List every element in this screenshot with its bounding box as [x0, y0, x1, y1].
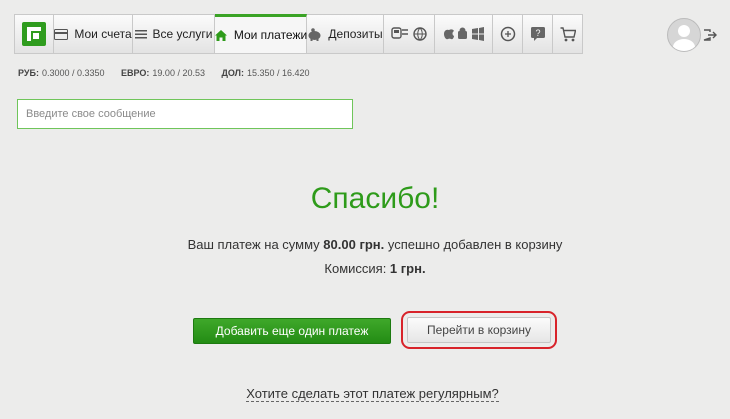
tab-cart[interactable]: [553, 14, 583, 54]
tab-all-services[interactable]: Все услуги: [133, 14, 215, 54]
tab-label: Мои счета: [74, 27, 132, 41]
avatar[interactable]: [667, 18, 701, 52]
make-regular-link-row: Хотите сделать этот платеж регулярным?: [0, 386, 730, 402]
make-regular-link[interactable]: Хотите сделать этот платеж регулярным?: [246, 386, 499, 402]
tab-transport[interactable]: [384, 14, 435, 54]
go-to-cart-button[interactable]: Перейти в корзину: [407, 317, 551, 343]
globe-icon: [413, 27, 427, 41]
thank-you-title: Спасибо!: [310, 182, 440, 215]
tab-row: Мои счета Все услуги Мои платежи Депозит…: [14, 14, 583, 54]
apple-android-windows-icon: [443, 27, 485, 41]
home-icon: [214, 29, 228, 42]
tab-my-accounts[interactable]: Мои счета: [54, 14, 133, 54]
message-input[interactable]: [17, 99, 353, 129]
tab-help[interactable]: ?: [523, 14, 553, 54]
logout-icon[interactable]: [703, 28, 717, 46]
tab-my-payments[interactable]: Мои платежи: [214, 14, 308, 54]
top-navigation: Мои счета Все услуги Мои платежи Депозит…: [0, 0, 730, 58]
coin-icon: [500, 26, 516, 42]
svg-text:?: ?: [535, 28, 540, 38]
tab-apps[interactable]: [435, 14, 493, 54]
transport-icon: [391, 26, 409, 42]
tab-label: Депозиты: [328, 27, 383, 41]
rate-eur: ЕВРО: 19.00 / 20.53: [121, 68, 205, 78]
add-another-payment-button[interactable]: Добавить еще один платеж: [193, 318, 391, 344]
rate-rub: РУБ: 0.3000 / 0.3350: [18, 68, 105, 78]
cart-icon: [560, 26, 576, 42]
tab-label: Мои платежи: [233, 28, 308, 42]
card-icon: [54, 28, 69, 40]
fee-amount: 1 грн.: [389, 261, 426, 276]
help-icon: ?: [530, 26, 546, 42]
rate-usd: ДОЛ: 15.350 / 16.420: [221, 68, 310, 78]
exchange-rates: РУБ: 0.3000 / 0.3350 ЕВРО: 19.00 / 20.53 Д…: [18, 68, 324, 78]
payment-amount: 80.00 грн.: [323, 237, 385, 252]
payment-confirmation-text: Ваш платеж на сумму 80.00 грн. успешно д…: [187, 237, 563, 252]
tab-label: Все услуги: [152, 27, 213, 41]
tab-deposits[interactable]: Депозиты: [307, 14, 384, 54]
piggy-bank-icon: [307, 27, 322, 41]
bank-logo-icon: [22, 22, 46, 46]
fee-text: Комиссия: 1 грн.: [324, 261, 426, 276]
home-logo-tab[interactable]: [14, 14, 54, 54]
tab-coins[interactable]: [493, 14, 523, 54]
user-silhouette-icon: [673, 25, 695, 51]
list-icon: [134, 29, 147, 40]
